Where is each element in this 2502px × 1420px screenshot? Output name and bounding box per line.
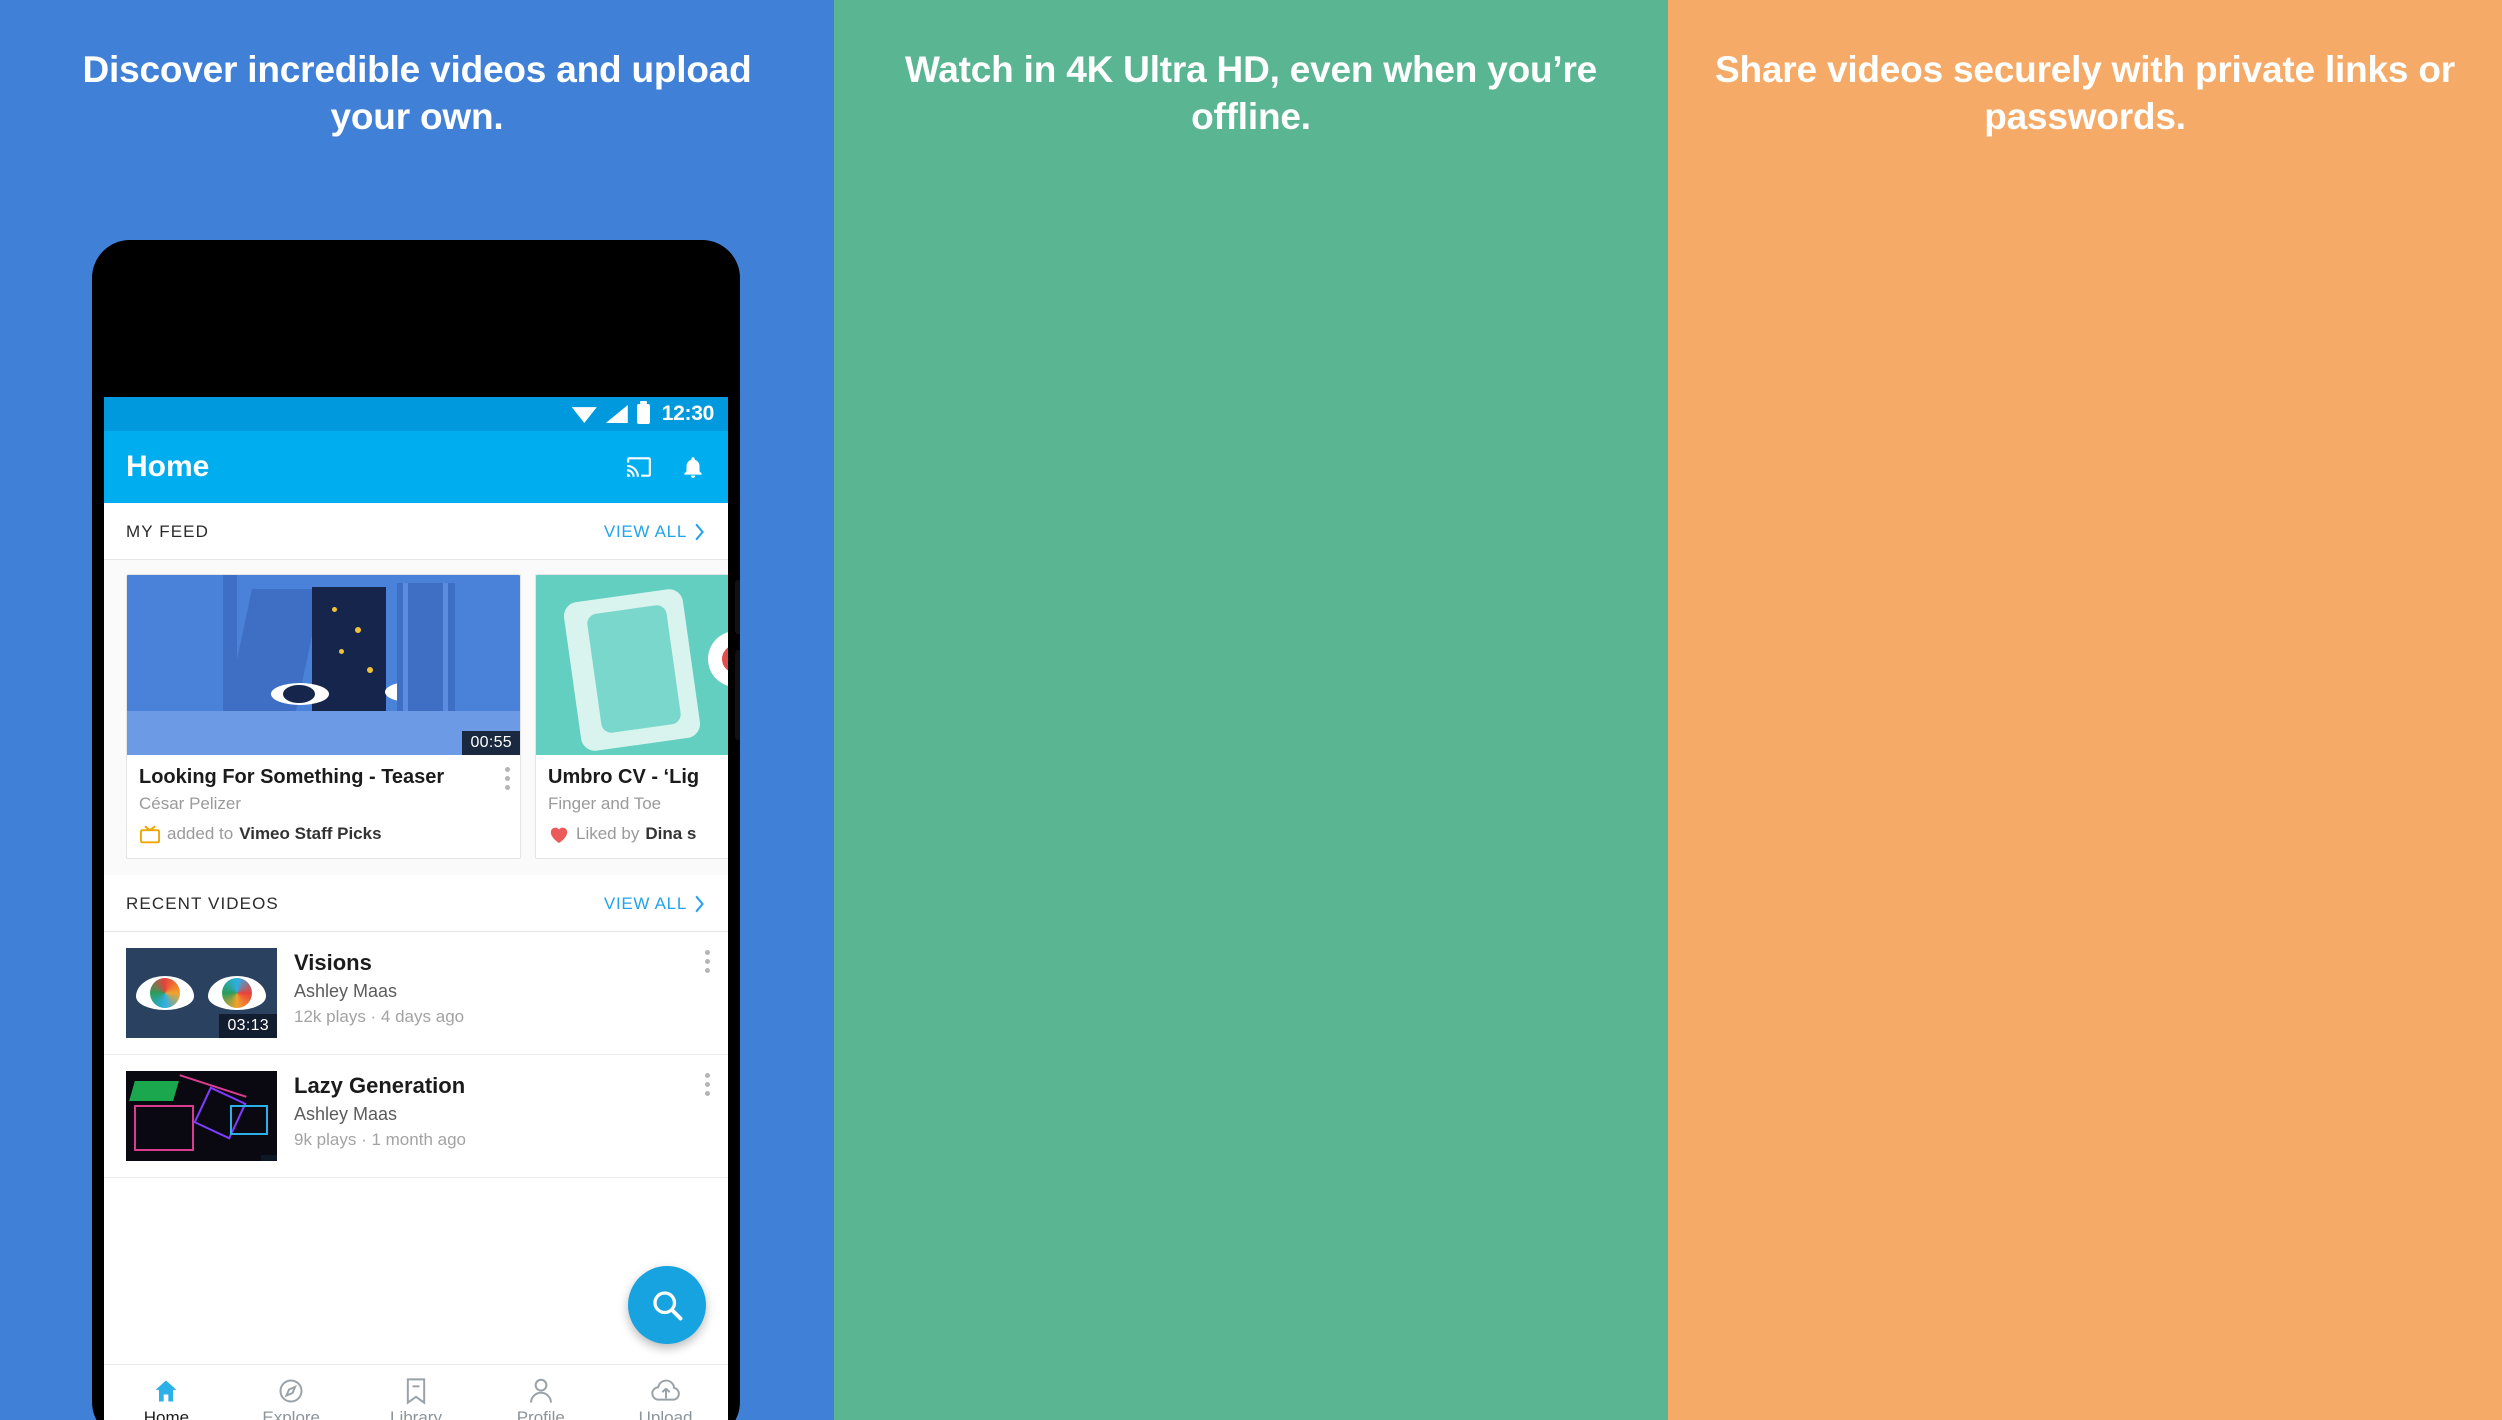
nav-item-home[interactable]: Home (104, 1365, 229, 1420)
panel-4k-offline: Watch in 4K Ultra HD, even when you’re o… (834, 0, 1668, 1420)
nav-item-profile[interactable]: Profile (478, 1365, 603, 1420)
activity-prefix: Liked by (576, 824, 640, 843)
video-list-item[interactable]: Lazy Generation Ashley Maas 9k plays · 1… (104, 1055, 728, 1178)
headline-share-securely: Share videos securely with private links… (1715, 49, 2455, 138)
section-header-my-feed: MY FEED VIEW ALL (104, 503, 728, 560)
nav-label: Upload (638, 1408, 693, 1420)
compass-icon (279, 1379, 303, 1403)
status-bar-clock: 12:30 (661, 402, 715, 425)
overflow-menu-icon[interactable] (705, 950, 710, 973)
panel-discover: Discover incredible videos and upload yo… (0, 0, 834, 1420)
view-all-link-my-feed[interactable]: VIEW ALL (604, 522, 706, 542)
overflow-menu-icon[interactable] (705, 1073, 710, 1096)
video-stats: 12k plays · 4 days ago (294, 1007, 465, 1026)
view-all-label: VIEW ALL (603, 522, 687, 541)
section-header-recent-videos: RECENT VIDEOS VIEW ALL (104, 875, 728, 932)
nav-item-explore[interactable]: Explore (229, 1365, 354, 1420)
video-title: Umbro CV - ‘Lig (548, 766, 700, 788)
video-title: Visions (294, 950, 372, 975)
activity-prefix: added to (167, 824, 234, 843)
phone-screen-home: 12:30 Home MY FEED VIEW ALL 00:55 Lookin… (104, 397, 728, 1420)
video-duration-badge: 03:13 (219, 1014, 277, 1038)
nav-label: Profile (516, 1408, 565, 1420)
phone-button-volume-up (735, 580, 740, 634)
section-label: MY FEED (126, 522, 209, 541)
nav-label: Home (143, 1408, 190, 1420)
cloud-upload-icon (650, 1379, 680, 1401)
section-label: RECENT VIDEOS (126, 894, 279, 913)
video-author: Ashley Maas (294, 981, 398, 1001)
headline-discover: Discover incredible videos and upload yo… (82, 49, 752, 138)
chevron-right-icon (695, 895, 704, 913)
nav-label: Library (390, 1408, 442, 1420)
video-stats: 9k plays · 1 month ago (294, 1130, 466, 1149)
video-author: Ashley Maas (294, 1104, 398, 1124)
page-title: Home (126, 450, 210, 483)
video-thumbnail[interactable]: 00:55 (127, 575, 520, 755)
cast-icon[interactable] (624, 454, 654, 480)
status-bar: 12:30 (104, 397, 728, 431)
nav-label: Explore (262, 1408, 321, 1420)
video-author: Finger and Toe (548, 794, 662, 813)
video-duration-badge: 00:55 (462, 731, 520, 755)
view-all-link-recent-videos[interactable]: VIEW ALL (604, 894, 706, 914)
person-icon (529, 1378, 552, 1403)
feed-card[interactable]: 00:55 Looking For Something - Teaser Cés… (126, 574, 521, 859)
cellular-signal-icon (605, 405, 628, 423)
home-icon (155, 1380, 177, 1402)
video-list-item[interactable]: 03:13 Visions Ashley Maas 12k plays · 4 … (104, 932, 728, 1055)
overflow-menu-icon[interactable] (505, 767, 510, 790)
view-all-label: VIEW ALL (603, 894, 687, 913)
video-thumbnail[interactable]: 03:13 (126, 948, 277, 1038)
app-bar: Home (104, 431, 728, 503)
search-fab-button[interactable] (628, 1266, 706, 1344)
tv-icon (139, 825, 161, 844)
phone-mockup-home: 12:30 Home MY FEED VIEW ALL 00:55 Lookin… (92, 240, 740, 1420)
video-thumbnail[interactable] (126, 1071, 277, 1161)
video-duration-badge (261, 1155, 277, 1161)
activity-target: Vimeo Staff Picks (239, 824, 382, 843)
phone-button-volume-down (735, 650, 740, 740)
video-activity-meta: added to Vimeo Staff Picks (139, 824, 508, 844)
activity-target: Dina s (645, 824, 697, 843)
heart-icon (548, 824, 570, 844)
wifi-icon (571, 407, 597, 423)
video-activity-meta: Liked by Dina s (548, 824, 728, 844)
feed-card[interactable]: Umbro CV - ‘Lig Finger and Toe Liked by … (535, 574, 728, 859)
search-icon (649, 1287, 685, 1323)
video-thumbnail[interactable] (536, 575, 728, 755)
headline-4k-offline: Watch in 4K Ultra HD, even when you’re o… (904, 49, 1598, 138)
notifications-icon[interactable] (680, 453, 706, 481)
nav-item-library[interactable]: Library (354, 1365, 479, 1420)
chevron-right-icon (695, 523, 704, 541)
video-title: Lazy Generation (294, 1073, 466, 1098)
nav-item-upload[interactable]: Upload (603, 1365, 728, 1420)
my-feed-carousel[interactable]: 00:55 Looking For Something - Teaser Cés… (104, 560, 728, 875)
battery-icon (636, 401, 650, 424)
video-title: Looking For Something - Teaser (139, 766, 445, 788)
bottom-navigation: Home Explore Library Profile Upload (104, 1364, 728, 1420)
panel-share-securely: Share videos securely with private links… (1668, 0, 2502, 1420)
bookmark-icon (406, 1378, 426, 1405)
video-author: César Pelizer (139, 794, 242, 813)
